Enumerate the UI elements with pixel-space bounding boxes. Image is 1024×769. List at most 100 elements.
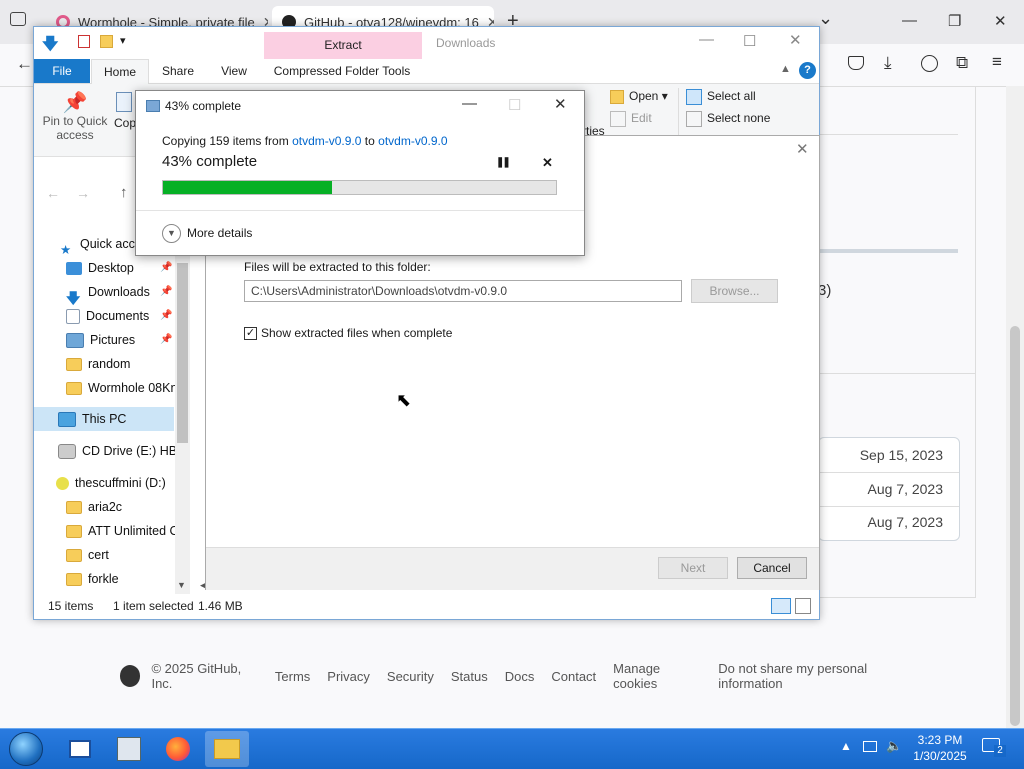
taskbar-app-firefox[interactable] [156,731,200,767]
source-folder-link[interactable]: otvdm-v0.9.0 [292,134,361,148]
pictures-icon [66,333,84,349]
open-button[interactable]: Open ▾ [610,89,668,104]
copy-button[interactable]: Cop [114,92,136,150]
nav-forkle[interactable]: forkle [66,567,119,591]
explorer-minimize-button[interactable]: — [699,31,714,48]
nav-random[interactable]: random [66,352,130,376]
folder-icon [66,573,82,587]
select-all-button[interactable]: Select all [686,89,756,105]
window-minimize-button[interactable]: — [902,12,917,29]
new-folder-qat-icon[interactable] [100,35,113,48]
row-divider [819,506,959,507]
nav-att-unlimited[interactable]: ATT Unlimited C [66,519,179,543]
wizard-close-button[interactable]: ✕ [796,140,809,158]
more-details-button[interactable]: ▼ More details [162,223,252,243]
nav-aria2c[interactable]: aria2c [66,495,122,519]
taskbar-app-computer[interactable] [107,731,151,767]
nav-cert[interactable]: cert [66,543,109,567]
properties-qat-icon[interactable] [78,35,90,48]
stop-button[interactable]: ✕ [542,155,553,171]
explorer-titlebar: 🡇 ▾ Extract Downloads — ☐ ✕ [34,27,819,59]
pocket-icon[interactable] [848,56,864,70]
next-button[interactable]: Next [658,557,728,579]
nav-desktop[interactable]: Desktop [66,256,134,280]
footer-link-security[interactable]: Security [387,669,434,684]
extensions-icon[interactable]: ⧉ [956,53,968,73]
downloads-icon: 🡇 [66,290,81,307]
help-icon[interactable]: ? [799,62,816,79]
nav-documents[interactable]: Documents [66,304,149,328]
nav-drive-d[interactable]: thescuffmini (D:) [56,471,166,495]
nav-quick-access[interactable]: ★ Quick acce [60,232,142,257]
tab-view[interactable]: View [210,59,258,83]
pin-icon: 📌 [62,92,88,114]
list-tabs-button[interactable]: ⌄ [818,8,833,29]
download-icon[interactable]: ⤓ [884,53,892,73]
nav-label: Quick acce [80,237,142,251]
window-close-button[interactable]: ✕ [994,12,1007,30]
window-maximize-button[interactable]: ❐ [948,12,961,30]
clock[interactable]: 3:23 PM 1/30/2025 [905,732,975,764]
nav-forward-icon[interactable]: → [76,185,90,201]
pin-icon: 📌 [160,286,173,297]
account-icon[interactable] [921,55,938,72]
copy-dialog-close-button[interactable]: ✕ [554,95,567,113]
footer-link-docs[interactable]: Docs [505,669,535,684]
taskbar-app-explorer[interactable] [205,731,249,767]
nav-label: cert [88,548,109,562]
pause-button[interactable]: ❚❚ [496,157,511,168]
github-footer: © 2025 GitHub, Inc. Terms Privacy Securi… [120,660,920,692]
qat-dropdown-icon[interactable]: ▾ [120,34,126,47]
dest-folder-link[interactable]: otvdm-v0.9.0 [378,134,447,148]
footer-link-terms[interactable]: Terms [275,669,310,684]
nav-cd-drive[interactable]: CD Drive (E:) HBC [58,439,186,463]
pin-quick-access-button[interactable]: 📌 Pin to Quick access [40,92,110,150]
clock-date: 1/30/2025 [913,749,967,763]
nav-wormhole[interactable]: Wormhole 08Kn [66,376,177,400]
show-hidden-icons-icon[interactable]: ▲ [840,739,852,753]
taskbar-app-window[interactable] [58,731,102,767]
nav-up-icon[interactable]: ↑ [120,184,128,201]
extract-contextual-group: Extract [264,32,422,59]
page-scrollbar-thumb[interactable] [1010,326,1020,726]
destination-path-input[interactable]: C:\Users\Administrator\Downloads\otvdm-v… [244,280,682,302]
explorer-maximize-button[interactable]: ☐ [743,32,756,50]
volume-muted-icon[interactable]: 🔈 [886,738,902,754]
footer-link-contact[interactable]: Contact [551,669,596,684]
back-arrow-icon[interactable]: ← [16,54,33,74]
copy-dialog-minimize-button[interactable]: — [462,95,477,112]
cancel-button[interactable]: Cancel [737,557,807,579]
browse-button[interactable]: Browse... [691,279,778,303]
open-icon [610,89,624,104]
footer-link-manage-cookies[interactable]: Manage cookies [613,661,701,691]
footer-link-privacy[interactable]: Privacy [327,669,370,684]
nav-downloads[interactable]: 🡇 Downloads [66,280,150,307]
ribbon-collapse-icon[interactable]: ▲ [780,63,791,75]
page-scrollbar[interactable] [1006,86,1024,729]
footer-link-do-not-share[interactable]: Do not share my personal information [718,661,920,691]
start-button[interactable] [4,731,48,767]
tab-share[interactable]: Share [154,59,202,83]
tab-file[interactable]: File [34,59,90,83]
tab-overview-icon[interactable] [10,12,26,26]
nav-back-icon[interactable]: ← [46,185,60,201]
cd-drive-icon [58,444,76,460]
network-icon[interactable] [863,741,877,752]
tab-home[interactable]: Home [91,59,149,84]
nav-scroll-down-icon[interactable]: ▼ [177,580,186,590]
nav-this-pc[interactable]: This PC [58,407,126,431]
footer-link-status[interactable]: Status [451,669,488,684]
select-none-button[interactable]: Select none [686,111,770,127]
tab-compressed-folder-tools[interactable]: Compressed Folder Tools [266,59,418,83]
edit-button[interactable]: Edit [610,111,652,127]
firefox-icon [166,737,190,761]
explorer-close-button[interactable]: ✕ [789,31,802,49]
show-files-label[interactable]: Show extracted files when complete [261,326,452,340]
large-icons-view-icon[interactable] [795,598,811,614]
nav-pane-scrollbar-thumb[interactable] [177,263,188,443]
nav-pictures[interactable]: Pictures [66,328,135,352]
show-files-checkbox[interactable]: ✓ [244,327,257,340]
github-divider [818,134,958,135]
menu-icon[interactable]: ≡ [992,52,1002,72]
details-view-icon[interactable] [771,598,791,614]
